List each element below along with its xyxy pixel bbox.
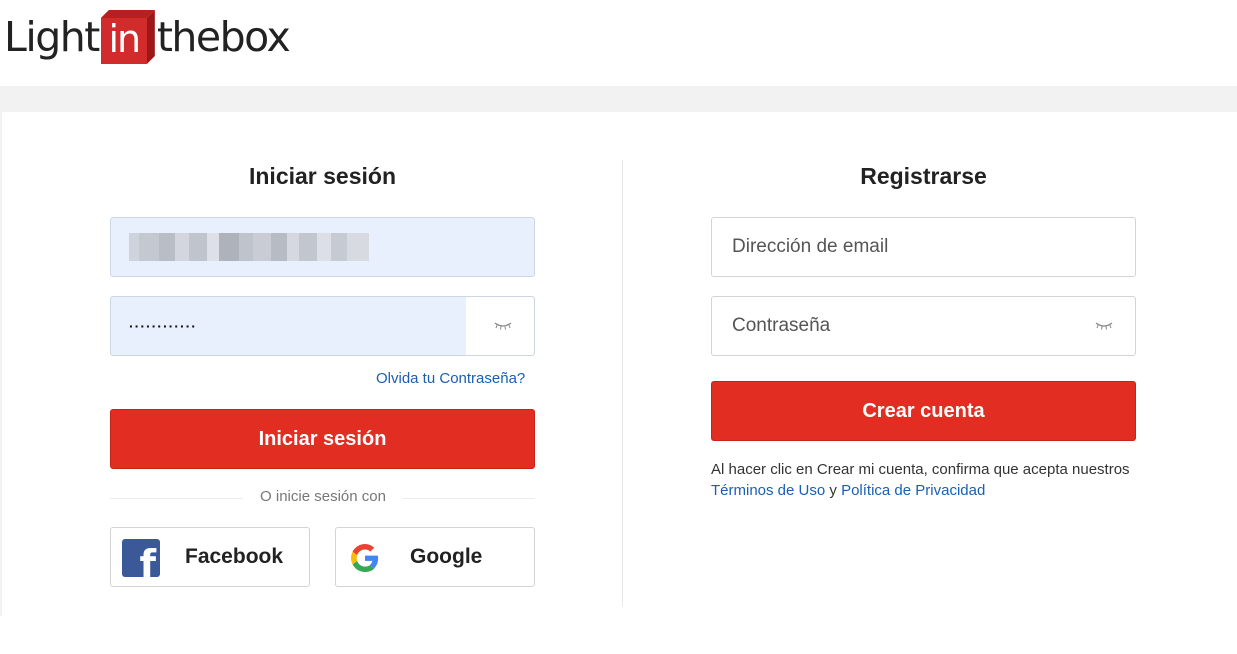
register-password-toggle[interactable] (1067, 297, 1135, 355)
login-password-input[interactable]: ············ (110, 296, 535, 356)
email-value-redacted (129, 233, 369, 261)
password-toggle[interactable] (466, 297, 534, 355)
lightinthebox-logo[interactable]: Light in thebox (4, 10, 291, 64)
logo-red-box: in (100, 10, 155, 64)
header-separator-band (0, 86, 1237, 112)
terms-and: y (825, 482, 842, 499)
register-password-input[interactable]: Contraseña (711, 296, 1136, 356)
login-email-input[interactable] (110, 217, 535, 277)
password-mask: ············ (129, 318, 197, 334)
site-header: Light in thebox (0, 0, 1237, 86)
terms-notice: Al hacer clic en Crear mi cuenta, confir… (711, 459, 1131, 501)
register-title: Registrarse (860, 163, 987, 189)
facebook-icon: f (122, 539, 160, 577)
google-login-button[interactable]: Google (335, 527, 535, 587)
logo-text-in: in (108, 17, 142, 61)
password-placeholder: Contraseña (732, 315, 831, 336)
logo-text-right: thebox (156, 12, 291, 61)
register-email-input[interactable]: Dirección de email (711, 217, 1136, 277)
social-divider-text: O inicie sesión con (243, 488, 403, 505)
google-icon (351, 544, 379, 572)
terms-of-use-link[interactable]: Términos de Uso (711, 482, 825, 499)
forgot-password-link[interactable]: Olvida tu Contraseña? (376, 370, 525, 387)
privacy-policy-link[interactable]: Política de Privacidad (841, 482, 985, 499)
terms-prefix: Al hacer clic en Crear mi cuenta, confir… (711, 461, 1130, 478)
email-placeholder: Dirección de email (732, 236, 889, 257)
eye-closed-icon (1095, 322, 1113, 330)
facebook-label: Facebook (185, 545, 284, 568)
facebook-login-button[interactable]: f Facebook (110, 527, 310, 587)
column-divider (622, 160, 623, 606)
create-account-button[interactable]: Crear cuenta (711, 381, 1136, 441)
eye-closed-icon (494, 322, 512, 330)
login-title: Iniciar sesión (248, 163, 396, 189)
logo-text-left: Light (4, 12, 100, 61)
google-label: Google (410, 545, 483, 568)
login-submit-button[interactable]: Iniciar sesión (110, 409, 535, 469)
